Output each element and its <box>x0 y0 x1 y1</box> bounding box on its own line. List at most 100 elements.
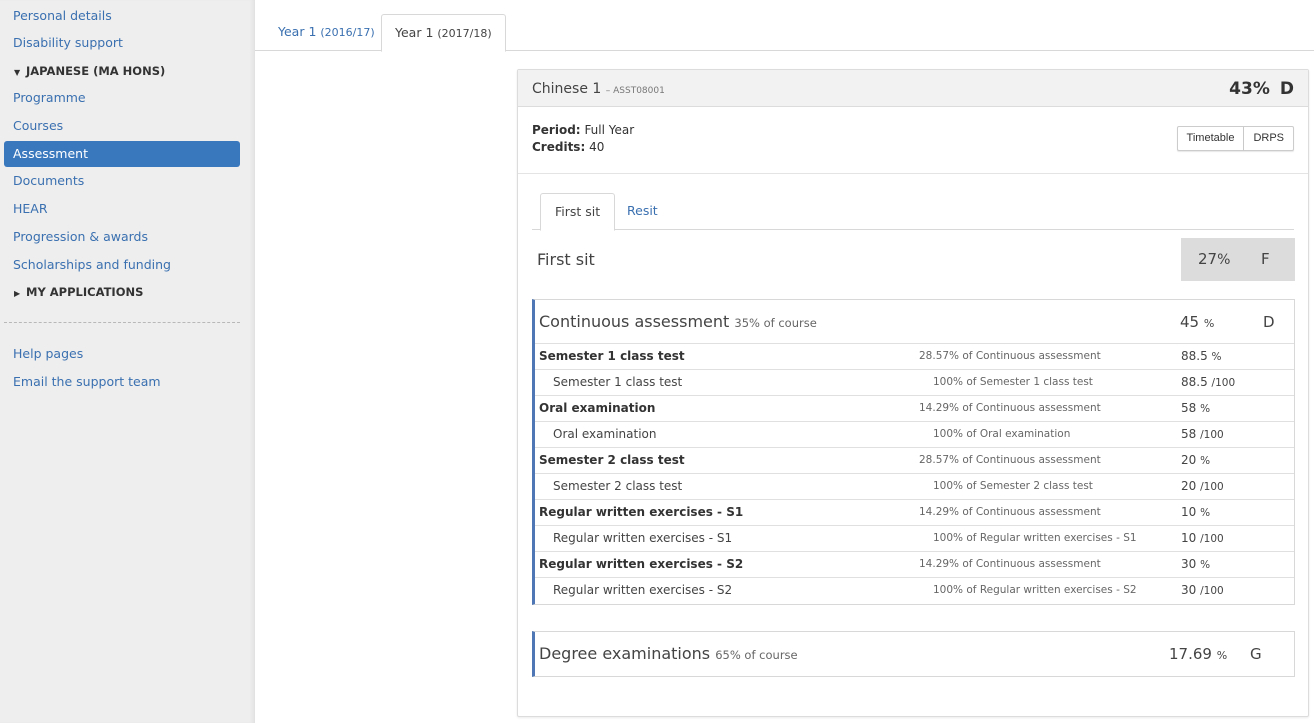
sidebar-divider <box>4 322 240 323</box>
assessment-mark: 20 /100 <box>1181 474 1224 500</box>
continuous-assessment-grade: D <box>1263 313 1275 331</box>
course-name: Chinese 1 <box>532 81 602 97</box>
assessment-weight: 100% of Regular written exercises - S2 <box>933 584 1137 596</box>
mark-unit: /100 <box>1200 533 1224 545</box>
course-grade: D <box>1279 79 1294 99</box>
block-weight: 65% of course <box>715 648 798 662</box>
mark-number: 30 <box>1181 557 1197 571</box>
mark-unit: /100 <box>1200 429 1224 441</box>
assessment-mark: 58 % <box>1181 396 1210 422</box>
assessment-name: Oral examination <box>553 427 657 441</box>
mark-unit: /100 <box>1200 481 1224 493</box>
assessment-name: Regular written exercises - S2 <box>553 583 733 597</box>
sidebar-section-label: JAPANESE (MA HONS) <box>26 64 166 78</box>
sidebar-item-help-pages[interactable]: Help pages <box>4 341 240 367</box>
period-label: Period: <box>532 123 581 137</box>
sit-tabs: First sit Resit <box>532 193 1294 231</box>
sidebar-section-my-applications[interactable]: ▶ MY APPLICATIONS <box>14 279 143 305</box>
course-mark-value: 43 <box>1229 79 1253 99</box>
sidebar-section-label: MY APPLICATIONS <box>26 285 144 299</box>
assessment-rows: Semester 1 class test 28.57% of Continuou… <box>535 344 1294 604</box>
mark-unit: % <box>1200 507 1211 519</box>
timetable-button[interactable]: Timetable <box>1176 126 1245 151</box>
sidebar-item-email-support[interactable]: Email the support team <box>4 369 240 395</box>
assessment-weight: 28.57% of Continuous assessment <box>919 454 1101 466</box>
assessment-subrow: Oral examination 100% of Oral examination… <box>535 422 1294 448</box>
assessment-mark: 10 % <box>1181 500 1210 526</box>
tab-resit[interactable]: Resit <box>613 193 672 230</box>
mark-number: 20 <box>1181 479 1197 493</box>
mark-unit: % <box>1211 351 1222 363</box>
mark-number: 88.5 <box>1181 349 1208 363</box>
sidebar-item-hear[interactable]: HEAR <box>4 196 240 222</box>
assessment-name: Semester 1 class test <box>553 375 683 389</box>
tab-first-sit[interactable]: First sit <box>540 193 616 231</box>
assessment-weight: 14.29% of Continuous assessment <box>919 506 1101 518</box>
assessment-name: Semester 2 class test <box>553 479 683 493</box>
assessment-row: Oral examination 14.29% of Continuous ass… <box>535 396 1294 422</box>
sidebar-item-documents[interactable]: Documents <box>4 168 240 194</box>
course-panel: Chinese 1 – ASST08001 43% D Period: Full … <box>517 69 1309 717</box>
mark-unit: % <box>1200 455 1211 467</box>
first-sit-title: First sit <box>537 250 595 269</box>
assessment-weight: 100% of Regular written exercises - S1 <box>933 532 1137 544</box>
degree-examinations-block: Degree examinations 65% of course 17.69 … <box>532 631 1295 677</box>
credits-value: 40 <box>589 140 605 154</box>
assessment-weight: 100% of Semester 2 class test <box>933 480 1093 492</box>
mark-unit: % <box>1200 559 1211 571</box>
course-title: Chinese 1 – ASST08001 <box>532 70 665 110</box>
course-header: Chinese 1 – ASST08001 43% D <box>518 70 1308 107</box>
first-sit-grade: F <box>1261 250 1270 268</box>
assessment-row: Semester 2 class test 28.57% of Continuou… <box>535 448 1294 474</box>
course-actions: Timetable DRPS <box>1176 126 1294 151</box>
tab-label: Year 1 <box>278 24 317 39</box>
mark-number: 88.5 <box>1181 375 1208 389</box>
course-meta: Period: Full Year Credits: 40 <box>532 122 634 156</box>
mark-unit: /100 <box>1211 377 1236 389</box>
mark-unit: % <box>1217 252 1231 268</box>
assessment-row: Regular written exercises - S2 14.29% of … <box>535 552 1294 578</box>
degree-examinations-header: Degree examinations 65% of course 17.69 … <box>535 632 1294 676</box>
assessment-name: Oral examination <box>539 401 656 415</box>
sidebar-item-programme[interactable]: Programme <box>4 85 240 111</box>
degree-examinations-title: Degree examinations 65% of course <box>539 632 798 677</box>
period-line: Period: Full Year <box>532 122 634 139</box>
sidebar-item-scholarships-funding[interactable]: Scholarships and funding <box>4 252 240 278</box>
continuous-assessment-header: Continuous assessment 35% of course 45 %… <box>535 300 1294 344</box>
assessment-mark: 10 /100 <box>1181 526 1224 552</box>
sidebar-item-progression-awards[interactable]: Progression & awards <box>4 224 240 250</box>
assessment-weight: 28.57% of Continuous assessment <box>919 350 1101 362</box>
mark-number: 58 <box>1181 401 1197 415</box>
tab-year-2017-18[interactable]: Year 1 (2017/18) <box>381 14 506 52</box>
tab-sublabel: (2016/17) <box>320 26 375 39</box>
drps-button[interactable]: DRPS <box>1244 126 1294 151</box>
mark-number: 17.69 <box>1169 645 1212 663</box>
assessment-subrow: Regular written exercises - S1 100% of Re… <box>535 526 1294 552</box>
sidebar-item-personal-details[interactable]: Personal details <box>4 3 240 29</box>
sidebar-section-japanese[interactable]: ▼ JAPANESE (MA HONS) <box>14 58 165 84</box>
sidebar-item-assessment[interactable]: Assessment <box>4 141 240 167</box>
tab-sublabel: (2017/18) <box>437 27 492 40</box>
mark-number: 20 <box>1181 453 1197 467</box>
assessment-subrow: Semester 1 class test 100% of Semester 1 … <box>535 370 1294 396</box>
tab-year-2016-17[interactable]: Year 1 (2016/17) <box>265 14 388 51</box>
course-mark-unit: % <box>1252 79 1270 99</box>
sidebar-item-courses[interactable]: Courses <box>4 113 240 139</box>
assessment-mark: 88.5 /100 <box>1181 370 1235 396</box>
assessment-subrow: Semester 2 class test 100% of Semester 2 … <box>535 474 1294 500</box>
assessment-name: Regular written exercises - S1 <box>553 531 733 545</box>
block-weight: 35% of course <box>734 316 817 330</box>
assessment-mark: 20 % <box>1181 448 1210 474</box>
degree-examinations-mark: 17.69 % <box>1169 632 1227 678</box>
year-tabs: Year 1 (2016/17) Year 1 (2017/18) <box>255 0 1314 52</box>
assessment-mark: 30 % <box>1181 552 1210 578</box>
sidebar-item-disability-support[interactable]: Disability support <box>4 30 240 56</box>
continuous-assessment-title: Continuous assessment 35% of course <box>539 300 817 345</box>
assessment-name: Semester 1 class test <box>539 349 685 363</box>
first-sit-summary: First sit 27% F <box>537 238 1295 281</box>
mark-unit: % <box>1216 649 1228 662</box>
mark-unit: /100 <box>1200 585 1224 597</box>
mark-unit: % <box>1203 317 1215 330</box>
assessment-row: Semester 1 class test 28.57% of Continuou… <box>535 344 1294 370</box>
mark-number: 27 <box>1198 250 1218 268</box>
